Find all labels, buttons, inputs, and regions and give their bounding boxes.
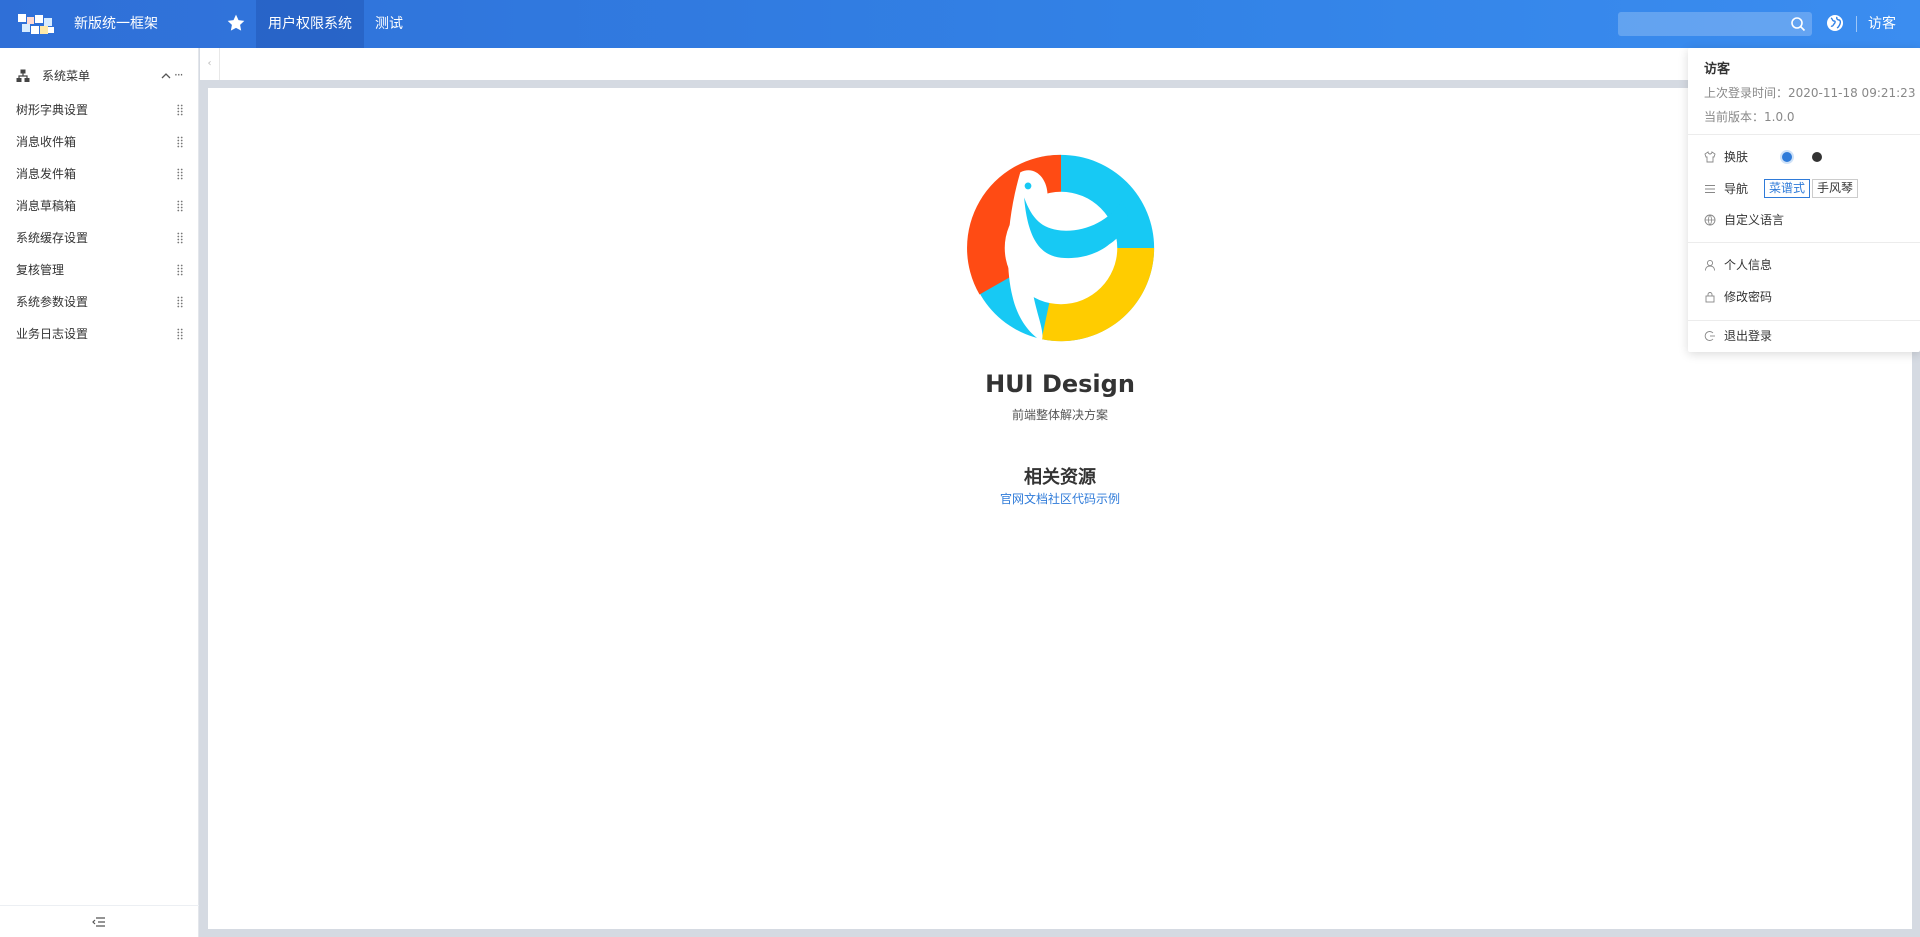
sidebar-item-business-log[interactable]: 业务日志设置: [0, 318, 199, 350]
profile-item[interactable]: 个人信息: [1704, 255, 1914, 275]
link-docs[interactable]: 文档: [1024, 492, 1048, 506]
sidebar-item-label: 系统参数设置: [16, 295, 89, 309]
user-dropdown-menu: 访客 上次登录时间：2020-11-18 09:21:23 当前版本：1.0.0…: [1688, 48, 1920, 352]
sidebar-item-label: 消息草稿箱: [16, 199, 77, 213]
sidebar-item-label: 树形字典设置: [16, 103, 89, 117]
sidebar-menu-title: 系统菜单: [42, 69, 91, 83]
page-subtitle: 前端整体解决方案: [1011, 408, 1108, 422]
skin-row: 换肤: [1704, 147, 1914, 167]
link-official-site[interactable]: 官网: [1000, 492, 1024, 506]
nav-option-accordion[interactable]: 手风琴: [1812, 179, 1859, 198]
navigation-row: 导航 菜谱式 手风琴: [1704, 179, 1914, 199]
drag-handle-icon[interactable]: [177, 104, 183, 116]
drag-handle-icon[interactable]: [177, 136, 183, 148]
logout-item[interactable]: 退出登录: [1704, 326, 1914, 346]
skin-dark-option[interactable]: [1812, 152, 1822, 162]
custom-language-label: 自定义语言: [1724, 213, 1785, 227]
sidebar-item-label: 消息收件箱: [16, 135, 77, 149]
sidebar-menu-header[interactable]: 系统菜单 ···: [0, 66, 199, 86]
skin-blue-option[interactable]: [1780, 150, 1794, 164]
sidebar-item-cache-settings[interactable]: 系统缓存设置: [0, 222, 199, 254]
main-content: HUI Design 前端整体解决方案 相关资源 官网文档社区代码示例: [208, 88, 1912, 929]
link-code-examples[interactable]: 代码示例: [1072, 492, 1120, 506]
page-tabs-bar: ‹: [200, 48, 1920, 80]
navigation-label: 导航: [1724, 182, 1749, 196]
hui-design-logo-icon: [967, 154, 1155, 342]
favorite-star-icon[interactable]: [226, 13, 246, 33]
logout-label: 退出登录: [1724, 329, 1773, 343]
sidebar-item-label: 业务日志设置: [16, 327, 89, 341]
last-login-time: 上次登录时间：2020-11-18 09:21:23: [1704, 86, 1916, 100]
language-globe-icon[interactable]: [1826, 14, 1844, 32]
menu-lines-icon: [1705, 185, 1715, 193]
sidebar-item-message-inbox[interactable]: 消息收件箱: [0, 126, 199, 158]
sidebar: 系统菜单 ··· 树形字典设置 消息收件箱 消息发件箱 消息草稿箱 系统缓存设置…: [0, 48, 199, 937]
sidebar-footer: [0, 905, 199, 937]
dropdown-divider: [1688, 320, 1920, 321]
chevron-up-icon[interactable]: [160, 70, 172, 82]
sidebar-item-message-drafts[interactable]: 消息草稿箱: [0, 190, 199, 222]
sidebar-item-system-parameters[interactable]: 系统参数设置: [0, 286, 199, 318]
change-password-item[interactable]: 修改密码: [1704, 287, 1914, 307]
profile-label: 个人信息: [1724, 258, 1773, 272]
skin-label: 换肤: [1724, 150, 1749, 164]
dropdown-divider: [1688, 242, 1920, 243]
drag-handle-icon[interactable]: [177, 264, 183, 276]
top-header: 新版统一框架 用户权限系统 测试 访客: [0, 0, 1920, 48]
sitemap-icon: [16, 69, 30, 82]
search-input[interactable]: [1618, 12, 1812, 36]
search-icon[interactable]: [1790, 16, 1806, 32]
link-community[interactable]: 社区: [1048, 492, 1072, 506]
shirt-icon: [1704, 151, 1716, 163]
logout-icon: [1704, 331, 1715, 341]
sidebar-item-label: 系统缓存设置: [16, 231, 89, 245]
nav-tab-test[interactable]: 测试: [363, 0, 415, 48]
drag-handle-icon[interactable]: [177, 200, 183, 212]
app-title: 新版统一框架: [74, 16, 158, 32]
current-version: 当前版本：1.0.0: [1704, 110, 1795, 124]
more-options-icon[interactable]: ···: [174, 66, 184, 84]
nav-tab-user-permission[interactable]: 用户权限系统: [256, 0, 364, 48]
dropdown-divider: [1688, 134, 1920, 135]
page-title: HUI Design: [985, 370, 1135, 398]
user-menu-trigger[interactable]: 访客: [1868, 0, 1896, 48]
sidebar-item-label: 消息发件箱: [16, 167, 77, 181]
sidebar-item-review-management[interactable]: 复核管理: [0, 254, 199, 286]
custom-language-item[interactable]: 自定义语言: [1704, 210, 1914, 230]
dropdown-user-name: 访客: [1704, 62, 1731, 77]
tabs-scroll-left-icon[interactable]: ‹: [200, 48, 220, 80]
resource-links: 官网文档社区代码示例: [208, 490, 1912, 507]
sidebar-item-message-outbox[interactable]: 消息发件箱: [0, 158, 199, 190]
user-icon: [1705, 259, 1715, 271]
change-password-label: 修改密码: [1724, 290, 1773, 304]
drag-handle-icon[interactable]: [177, 232, 183, 244]
sidebar-item-tree-dictionary[interactable]: 树形字典设置: [0, 94, 199, 126]
header-separator: [1856, 16, 1857, 32]
drag-handle-icon[interactable]: [177, 328, 183, 340]
resources-heading: 相关资源: [1024, 467, 1096, 488]
drag-handle-icon[interactable]: [177, 296, 183, 308]
app-logo-icon[interactable]: [18, 12, 56, 36]
globe-icon: [1704, 214, 1716, 226]
drag-handle-icon[interactable]: [177, 168, 183, 180]
sidebar-item-label: 复核管理: [16, 263, 65, 277]
collapse-sidebar-icon[interactable]: [92, 915, 106, 929]
nav-option-menu-style[interactable]: 菜谱式: [1764, 179, 1811, 198]
lock-icon: [1705, 292, 1715, 303]
